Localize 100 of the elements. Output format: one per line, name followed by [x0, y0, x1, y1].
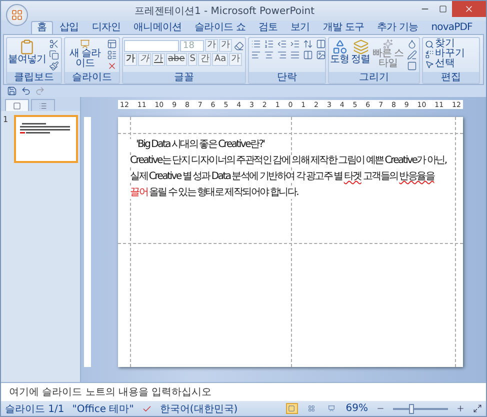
quick-styles-button[interactable]: 빠른 스타일 [372, 39, 404, 69]
copy-button[interactable] [48, 50, 60, 60]
search-icon [425, 40, 434, 48]
decrease-indent-button[interactable] [276, 39, 288, 49]
slide-number: 1 [3, 115, 10, 126]
paste-button[interactable]: 붙여넣기 [8, 39, 46, 65]
select-button[interactable]: 선택 [424, 59, 466, 69]
font-name-field[interactable] [124, 40, 179, 52]
grow-font-button[interactable]: 가 [205, 39, 218, 52]
group-label: 슬라이드 [65, 72, 119, 83]
bullet-list-icon [251, 39, 261, 49]
increase-indent-button[interactable] [289, 39, 301, 49]
align-center-button[interactable] [263, 50, 275, 60]
clear-format-button[interactable] [233, 40, 245, 50]
normal-view-button[interactable] [286, 403, 298, 414]
slider-thumb[interactable] [408, 404, 414, 414]
cut-button[interactable] [48, 39, 60, 49]
outdent-icon [277, 39, 287, 49]
font-style-button[interactable]: 가 [152, 53, 165, 66]
ribbon-tab[interactable]: 추가 기능 [371, 21, 424, 34]
clipboard-icon [19, 39, 35, 55]
shapes-button[interactable]: 도형 [330, 39, 349, 65]
square-icon [407, 61, 417, 71]
group-label: 단락 [249, 72, 325, 83]
sparkle-icon [383, 39, 393, 49]
font-style-button[interactable]: Aa [212, 53, 228, 66]
indent-icon [290, 39, 300, 49]
save-icon [7, 86, 17, 96]
align-right-icon [277, 50, 287, 60]
find-button[interactable]: 찾기 [424, 39, 466, 49]
font-style-button[interactable]: abe [166, 53, 187, 66]
slide-canvas[interactable]: 'Big Data 시대의 좋은 Creative란?' Creative는 단지 디자이너의 주관적인 감에 의해 제작한 그림이 예쁜 Creative가 아닌, 실제 Creative 별 성과 Data 분석에 기반하여 각 광고주 별타겟고객들의 반응율을 끌어올릴 수 있는 형태로 제작되어야 합니다. [118, 117, 463, 367]
ribbon-tab[interactable]: 개발 도구 [316, 21, 370, 34]
align-left-button[interactable] [250, 50, 262, 60]
font-style-button[interactable]: 간 [198, 53, 212, 66]
fill-button[interactable] [406, 39, 418, 49]
align-left-icon [251, 50, 261, 60]
spell-check-icon [142, 404, 152, 414]
delete-icon [107, 61, 117, 71]
outline-button[interactable] [406, 50, 418, 60]
align-center-icon [264, 50, 274, 60]
shapes-icon [332, 39, 348, 55]
layers-icon [352, 39, 368, 55]
slide-icon [80, 39, 90, 49]
replace-button[interactable]: 바꾸기 [424, 49, 466, 59]
slides-tab[interactable] [5, 99, 29, 111]
columns-icon [303, 50, 313, 60]
group-label: 클립보드 [7, 72, 61, 83]
align-right-button[interactable] [276, 50, 288, 60]
office-button[interactable] [6, 4, 28, 26]
ribbon-tab[interactable]: 디자인 [86, 21, 127, 34]
slide-text: Creative는 단지 디자이너의 주관적인 감에 의해 제작한 그림이 예쁜 Creative가 아닌, [130, 155, 446, 167]
slide-thumbnail[interactable] [14, 115, 78, 163]
font-style-button[interactable]: S [188, 53, 198, 66]
maximize-icon [439, 5, 447, 13]
copy-icon [49, 50, 59, 60]
zoom-in-icon [456, 404, 465, 413]
new-slide-button[interactable]: 새 슬라이드 [66, 39, 104, 69]
numbering-button[interactable] [263, 39, 275, 49]
effects-button[interactable] [406, 61, 418, 71]
line-spacing-icon [303, 39, 313, 49]
shrink-font-button[interactable]: 가 [219, 39, 232, 52]
ribbon-tab[interactable]: 홈 [31, 21, 53, 34]
group-label: 편집 [423, 72, 479, 83]
close-button[interactable] [452, 1, 486, 17]
font-style-button[interactable]: 가 [124, 53, 137, 66]
redo-icon [35, 86, 45, 96]
align-text-button[interactable] [315, 50, 327, 60]
font-style-button[interactable]: 가 [138, 53, 151, 66]
layout-button[interactable] [106, 39, 118, 49]
justify-icon [290, 50, 300, 60]
font-style-button[interactable]: 가 [229, 53, 242, 66]
arrange-button[interactable]: 정렬 [351, 39, 370, 65]
ribbon-tab[interactable]: 삽입 [54, 21, 85, 34]
group-label: 그리기 [329, 72, 419, 83]
scissors-icon [49, 39, 59, 49]
ribbon-tab[interactable]: 검토 [252, 21, 284, 34]
droplet-icon [407, 39, 417, 49]
columns-button[interactable] [302, 50, 314, 60]
reset-button[interactable] [106, 50, 118, 60]
justify-button[interactable] [289, 50, 301, 60]
text-direction-button[interactable] [315, 39, 327, 49]
zoom-level: 69% [346, 403, 368, 414]
layout-icon [107, 39, 117, 49]
outline-tab[interactable] [31, 99, 55, 111]
slide-text: 끌어올릴 수 있는 형태로 제작되어야 합니다. [130, 187, 298, 199]
slide-text: 'Big Data 시대의 좋은 Creative란?' [130, 139, 264, 151]
format-painter-button[interactable] [48, 61, 60, 71]
ribbon-tab[interactable]: 보기 [284, 21, 316, 34]
grid-icon [11, 9, 23, 21]
list-icon [39, 102, 47, 110]
line-spacing-button[interactable] [302, 39, 314, 49]
ribbon-tab[interactable]: 애니메이션 [128, 21, 188, 34]
grid-icon [308, 405, 316, 412]
list-icon [107, 50, 117, 60]
eraser-icon [234, 40, 244, 50]
fit-window-icon [473, 404, 482, 413]
paintbrush-icon [49, 61, 59, 71]
ribbon-tab[interactable]: novaPDF [425, 21, 478, 34]
ribbon-tab[interactable]: 슬라이드 쇼 [188, 21, 252, 34]
